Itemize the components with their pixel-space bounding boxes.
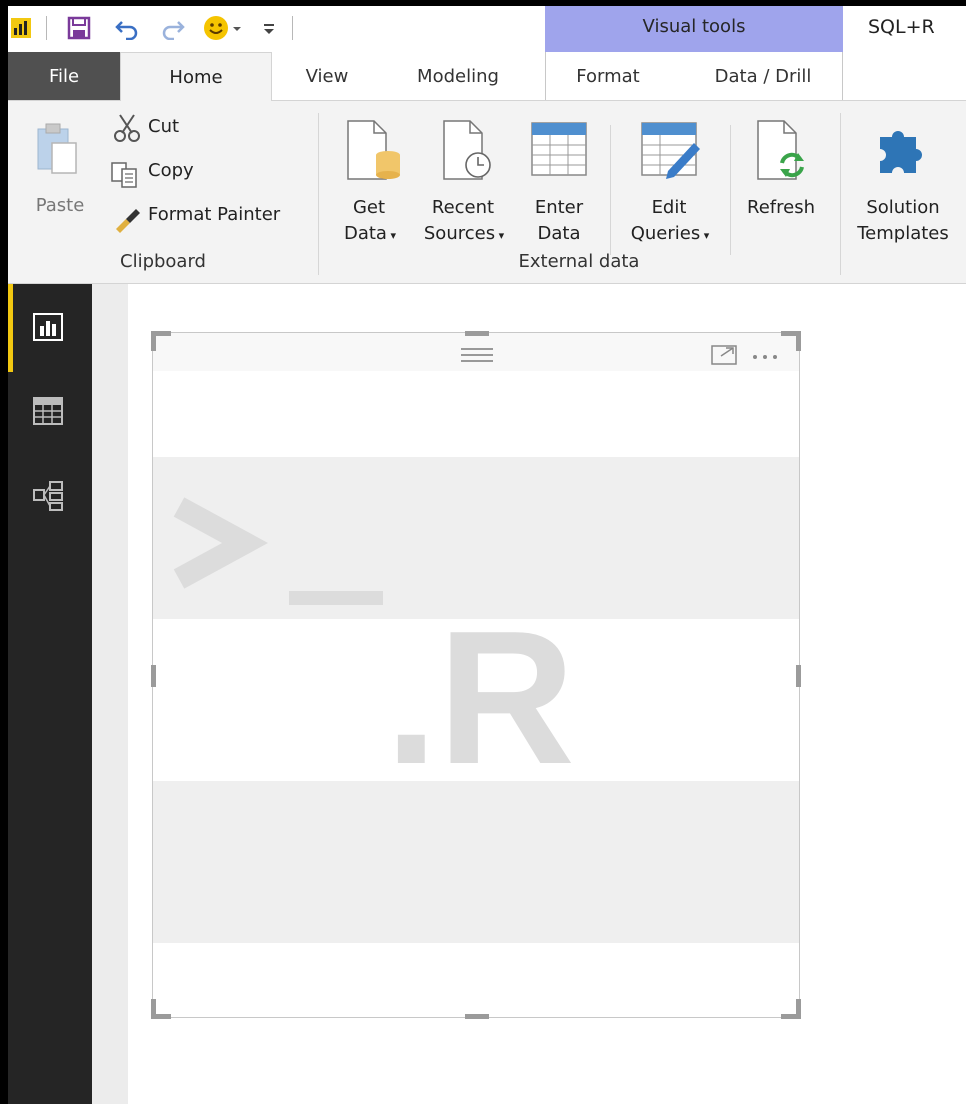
edit-queries-button[interactable]: Queries ▾ [618, 221, 722, 249]
get-data-label-1[interactable]: Get [334, 195, 404, 221]
paste-button[interactable]: Paste [28, 193, 92, 219]
tab-divider [842, 52, 843, 100]
edit-queries-icon[interactable] [640, 121, 702, 183]
enter-data-label-1[interactable]: Enter [522, 195, 596, 221]
resize-handle-top-left[interactable] [151, 331, 156, 351]
ribbon-home: Paste Cut Copy Format Painter Clipboard … [8, 100, 966, 284]
contextual-tab-group-label: Visual tools [642, 16, 746, 37]
recent-sources-label-1[interactable]: Recent [422, 195, 504, 221]
chevron-down-icon: ▾ [700, 229, 710, 242]
get-data-button[interactable]: Data ▾ [332, 221, 408, 249]
group-separator [840, 113, 841, 275]
solution-templates-label-2[interactable]: Templates [846, 221, 960, 247]
solution-templates-label-1[interactable]: Solution [846, 195, 960, 221]
copy-button[interactable]: Copy [148, 158, 194, 184]
tab-format[interactable]: Format [548, 52, 668, 100]
resize-handle-top[interactable] [465, 331, 489, 336]
data-view-icon[interactable] [32, 396, 64, 430]
resize-handle-left[interactable] [151, 665, 156, 687]
refresh-icon[interactable] [754, 119, 810, 187]
enter-data-icon[interactable] [530, 121, 588, 181]
powerbi-logo-icon [10, 14, 32, 42]
drag-grip-icon[interactable] [461, 347, 493, 366]
tab-modeling[interactable]: Modeling [388, 52, 528, 100]
tab-home[interactable]: Home [120, 52, 272, 101]
tab-divider [545, 52, 546, 100]
relationships-view-icon[interactable] [32, 480, 64, 516]
get-data-label-2: Data [343, 223, 387, 244]
cut-button[interactable]: Cut [148, 114, 179, 140]
external-data-group-label: External data [518, 251, 640, 272]
get-data-icon[interactable] [344, 119, 404, 187]
edit-queries-label-1[interactable]: Edit [632, 195, 706, 221]
recent-sources-button[interactable]: Sources ▾ [412, 221, 516, 249]
format-painter-icon [112, 205, 144, 237]
more-options-icon[interactable] [751, 347, 783, 366]
active-view-indicator [8, 284, 13, 372]
resize-handle-top-right[interactable] [796, 331, 801, 351]
customize-qat-icon[interactable] [258, 14, 280, 42]
tab-view[interactable]: View [274, 52, 380, 100]
chevron-down-icon: ▾ [495, 229, 505, 242]
refresh-button[interactable]: Refresh [736, 195, 826, 221]
tab-data-drill[interactable]: Data / Drill [688, 52, 838, 100]
r-script-visual[interactable]: .R [151, 331, 801, 1019]
copy-icon [110, 161, 140, 193]
recent-sources-label-2: Sources [423, 223, 496, 244]
qat-separator [292, 16, 293, 40]
resize-handle-bottom[interactable] [465, 1014, 489, 1019]
puzzle-icon[interactable] [874, 123, 926, 181]
r-prompt-glyph [173, 493, 397, 617]
resize-handle-bottom-right[interactable] [796, 999, 801, 1019]
focus-mode-icon[interactable] [711, 345, 737, 369]
resize-handle-right[interactable] [796, 665, 801, 687]
tab-file[interactable]: File [8, 52, 120, 100]
r-placeholder-glyph: .R [385, 592, 575, 804]
view-switcher [8, 284, 92, 1104]
power-bi-desktop-window: Visual tools SQL+R File Home View Modeli… [8, 6, 966, 1104]
ribbon-tabs: File Home View Modeling Format Data / Dr… [8, 52, 966, 101]
resize-handle-bottom-left[interactable] [151, 999, 156, 1019]
save-icon[interactable] [64, 14, 94, 42]
edit-queries-label-2: Queries [630, 223, 701, 244]
cut-icon [112, 113, 142, 147]
title-bar: Visual tools SQL+R [8, 6, 966, 52]
undo-icon[interactable] [112, 14, 142, 42]
qat-separator [46, 16, 47, 40]
redo-icon[interactable] [158, 14, 188, 42]
clipboard-group-label: Clipboard [120, 251, 206, 272]
placeholder-band-bottom [153, 781, 799, 943]
ribbon-separator [610, 125, 611, 255]
chevron-down-icon: ▾ [386, 229, 396, 242]
enter-data-label-2[interactable]: Data [522, 221, 596, 247]
format-painter-button[interactable]: Format Painter [148, 202, 280, 228]
report-view-icon[interactable] [32, 312, 64, 346]
ribbon-separator [730, 125, 731, 255]
paste-icon[interactable] [36, 121, 80, 181]
canvas-gutter [92, 284, 128, 1104]
recent-sources-icon[interactable] [440, 119, 496, 187]
document-title: SQL+R [868, 16, 935, 38]
smiley-icon[interactable] [202, 14, 244, 42]
